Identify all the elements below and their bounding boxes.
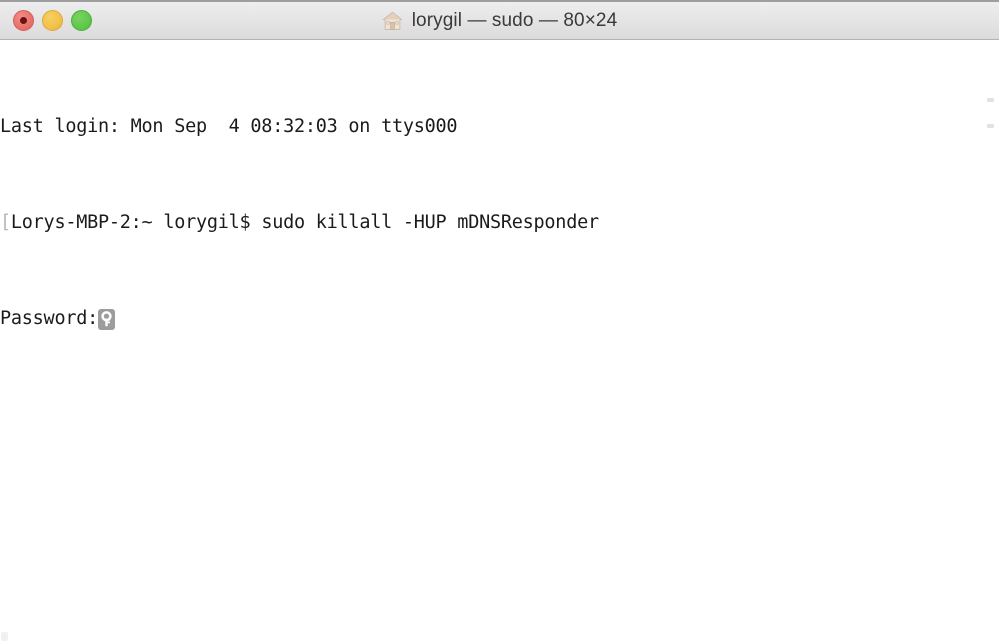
window-title: lorygil — sudo — 80×24 [411,9,618,31]
home-icon [382,11,403,31]
window-titlebar[interactable]: lorygil — sudo — 80×24 [0,0,999,40]
password-prompt-label: Password: [0,308,98,329]
last-login-text: Last login: Mon Sep 4 08:32:03 on ttys00… [0,116,458,137]
prompt-bracket: [ [0,212,11,233]
scroll-mark [987,124,994,128]
scroll-mark [987,98,994,102]
close-button[interactable] [13,10,34,31]
key-icon [98,308,115,330]
zoom-button[interactable] [71,10,92,31]
terminal-line-prompt: [Lorys-MBP-2:~ lorygil$ sudo killall -HU… [0,211,999,235]
terminal-line-password: Password: [0,307,999,331]
terminal-output: Last login: Mon Sep 4 08:32:03 on ttys00… [0,43,999,403]
window-corner-mark [1,632,8,641]
terminal-window: lorygil — sudo — 80×24 Last login: Mon S… [0,0,999,643]
shell-prompt: Lorys-MBP-2:~ lorygil$ [10,212,262,233]
shell-command: sudo killall -HUP mDNSResponder [261,212,599,233]
window-title-block: lorygil — sudo — 80×24 [382,10,618,32]
scroll-indicator[interactable] [987,98,996,150]
terminal-line-last-login: Last login: Mon Sep 4 08:32:03 on ttys00… [0,115,999,139]
minimize-button[interactable] [42,10,63,31]
terminal-content-area[interactable]: Last login: Mon Sep 4 08:32:03 on ttys00… [0,40,999,643]
window-controls [13,2,92,39]
password-prompt-wrap: Password: [0,307,115,331]
